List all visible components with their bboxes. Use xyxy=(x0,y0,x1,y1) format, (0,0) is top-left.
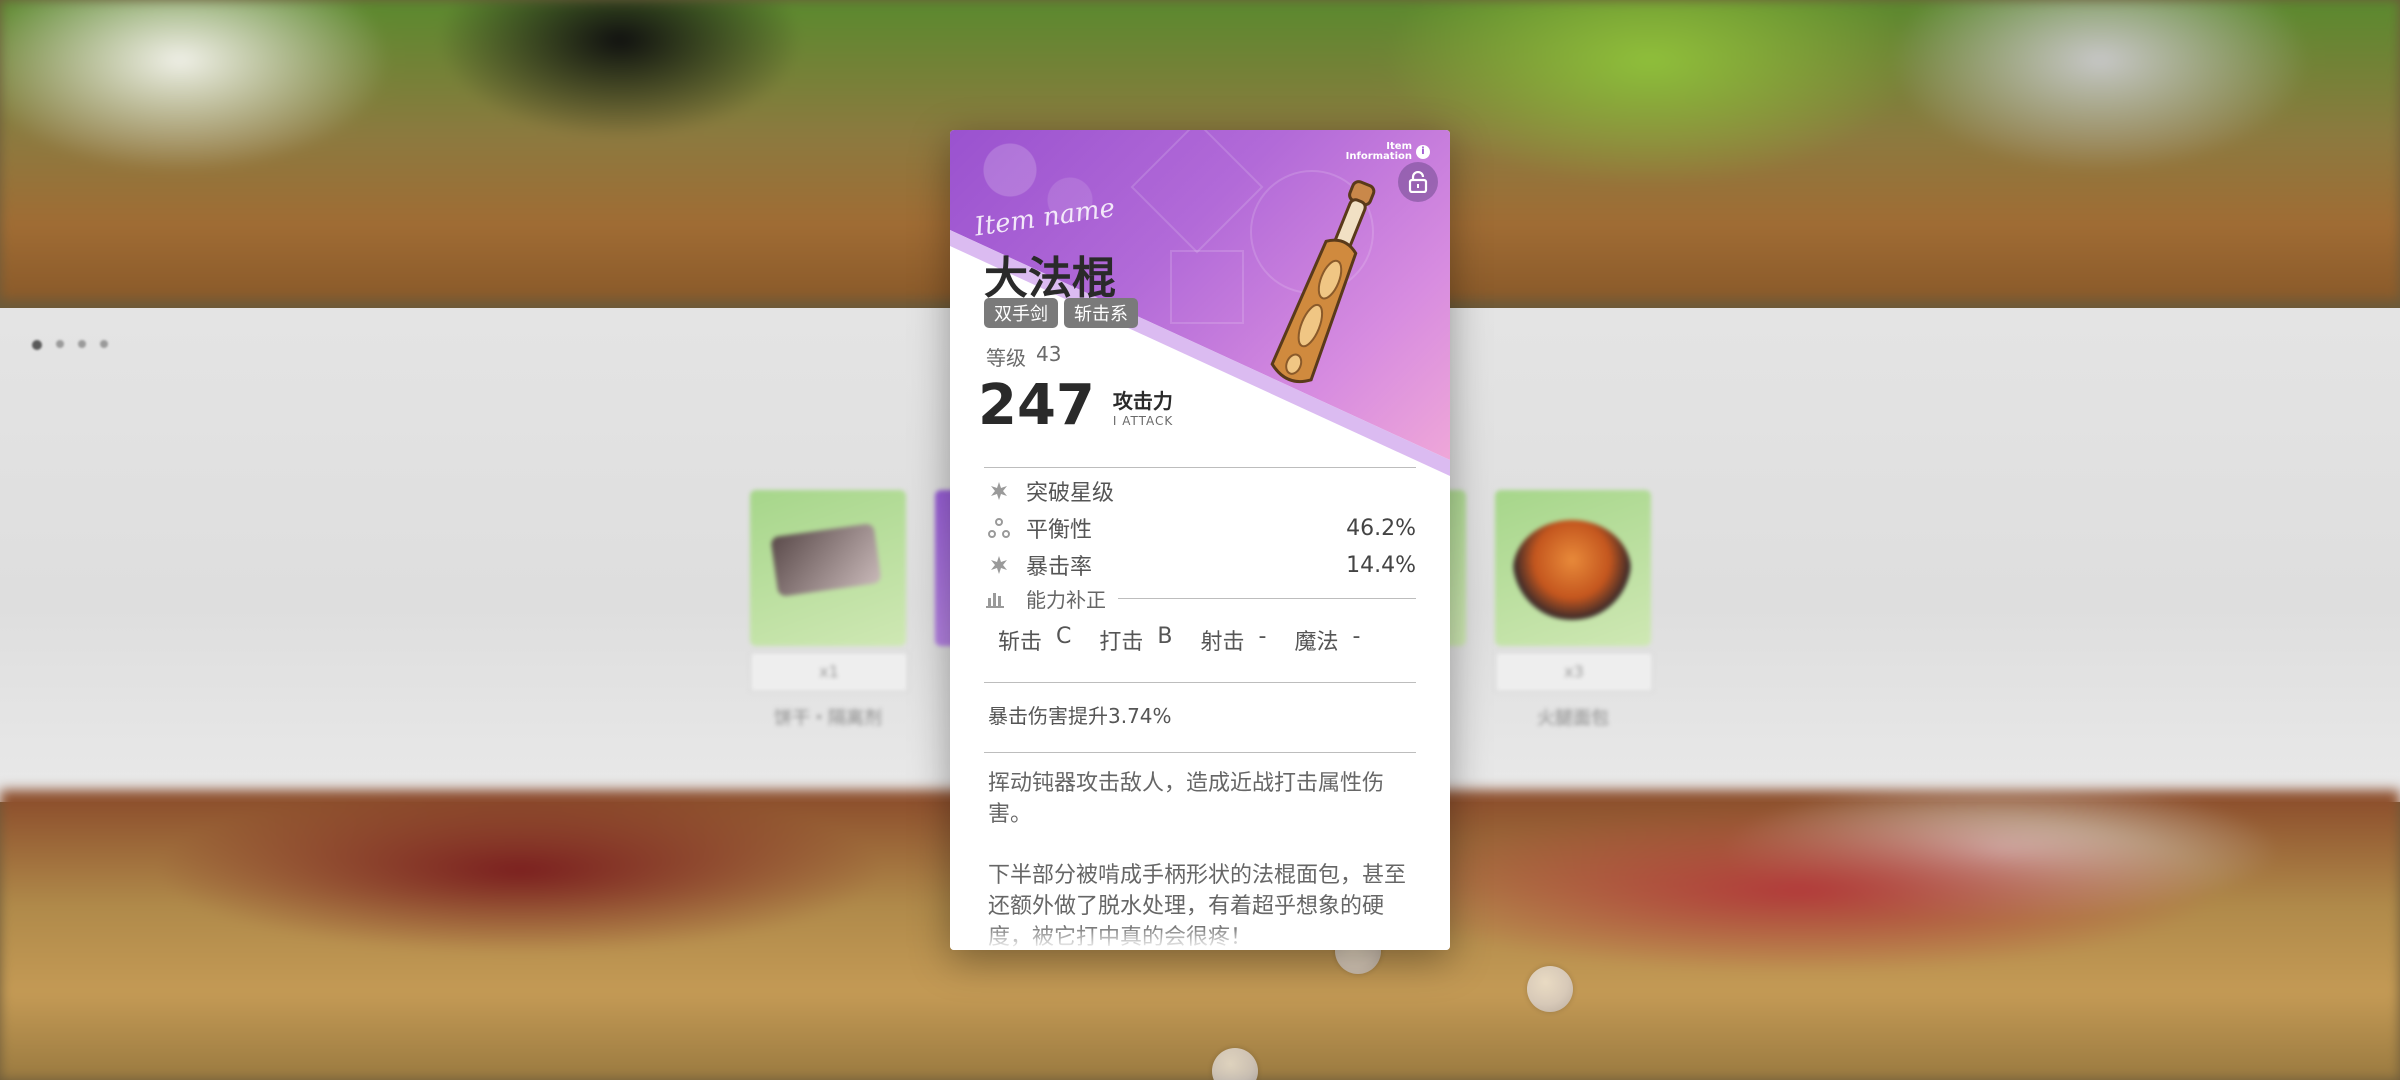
stat-row-crit-rate: 暴击率 14.4% xyxy=(986,548,1416,582)
inventory-item-card[interactable] xyxy=(750,490,906,646)
attack-stat: 247 攻击力 I ATTACK xyxy=(978,378,1173,434)
unlock-icon xyxy=(1408,171,1428,193)
item-description[interactable]: 挥动钝器攻击敌人，造成近战打击属性伤害。 下半部分被啃成手柄形状的法棍面包，甚至… xyxy=(988,768,1408,950)
attack-sub-label: I ATTACK xyxy=(1112,414,1174,428)
page-indicator xyxy=(32,340,108,350)
ability-adjust-values: 斩击 C 打击 B 射击 - 魔法 - xyxy=(998,624,1360,656)
scroll-fade xyxy=(950,924,1450,950)
item-level: 等级 43 xyxy=(986,342,1061,371)
inventory-item-card[interactable] xyxy=(1495,490,1651,646)
item-name: 大法棍 xyxy=(984,253,1116,304)
touch-bubble xyxy=(1527,966,1573,1012)
item-information-label[interactable]: Item Information i xyxy=(1346,142,1430,162)
item-info-card: Item Information i Item name 大法棍 双手剑 斩击系… xyxy=(950,130,1450,950)
stat-row-balance: 平衡性 46.2% xyxy=(986,511,1416,545)
bonus-effect-text: 暴击伤害提升3.74% xyxy=(988,704,1172,728)
divider xyxy=(984,752,1416,753)
lock-button[interactable] xyxy=(1398,162,1438,202)
attack-value: 247 xyxy=(978,373,1095,438)
description-paragraph: 挥动钝器攻击敌人，造成近战打击属性伤害。 xyxy=(988,771,1385,827)
level-value: 43 xyxy=(1036,342,1062,366)
info-icon[interactable]: i xyxy=(1416,145,1430,159)
adjust-strike: 打击 B xyxy=(1099,624,1173,655)
baguette-weapon-image xyxy=(1270,180,1376,384)
critical-icon xyxy=(986,552,1012,578)
weapon-type-tag: 双手剑 xyxy=(984,298,1058,328)
adjust-magic: 魔法 - xyxy=(1294,624,1361,655)
ability-adjust-header: 能力补正 xyxy=(986,584,1416,613)
star-burst-icon xyxy=(986,478,1012,504)
item-tags: 双手剑 斩击系 xyxy=(984,298,1138,328)
bar-chart-icon xyxy=(986,590,1012,608)
level-label: 等级 xyxy=(986,346,1026,370)
adjust-slash: 斩击 C xyxy=(998,624,1072,655)
divider xyxy=(984,682,1416,683)
stat-row-breakthrough: 突破星级 xyxy=(986,474,1416,508)
inventory-item-label: 火腿面包 xyxy=(1537,708,1609,729)
divider xyxy=(984,467,1416,468)
balance-icon xyxy=(986,515,1012,541)
inventory-item-count: x3 xyxy=(1495,652,1653,692)
damage-type-tag: 斩击系 xyxy=(1064,298,1138,328)
inventory-item-count: x1 xyxy=(750,652,908,692)
adjust-shoot: 射击 - xyxy=(1200,624,1267,655)
attack-label: 攻击力 xyxy=(1112,389,1173,413)
inventory-item-label: 饼干・隔离剂 xyxy=(774,708,882,729)
